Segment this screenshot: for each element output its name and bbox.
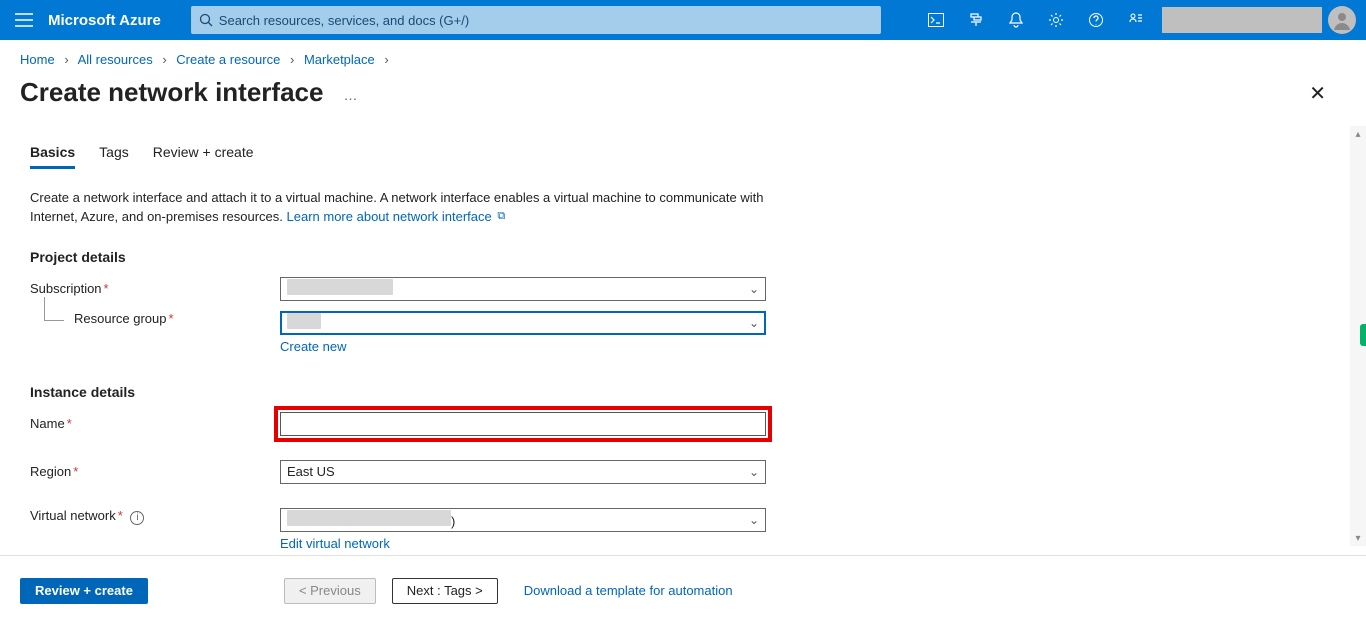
breadcrumb-create-resource[interactable]: Create a resource	[176, 52, 280, 67]
chevron-down-icon: ⌄	[749, 465, 759, 479]
subscription-label: Subscription*	[30, 281, 280, 296]
tab-bar: Basics Tags Review + create	[30, 144, 1336, 169]
azure-topbar: Microsoft Azure	[0, 0, 1366, 40]
tab-tags[interactable]: Tags	[99, 144, 129, 169]
field-region: Region* East US ⌄	[30, 460, 1336, 484]
cloud-shell-icon[interactable]	[916, 0, 956, 40]
top-icon-bar	[916, 0, 1156, 40]
chevron-right-icon: ›	[58, 52, 74, 67]
field-virtual-network: Virtual network* i ) ⌄ Edit virtual netw…	[30, 508, 1336, 553]
chevron-down-icon: ⌄	[749, 513, 759, 527]
field-subscription: Subscription* ⌄	[30, 277, 1336, 301]
section-project-details: Project details	[30, 249, 1336, 265]
chevron-right-icon: ›	[156, 52, 172, 67]
edit-vnet-link[interactable]: Edit virtual network	[280, 536, 390, 551]
tab-basics[interactable]: Basics	[30, 144, 75, 169]
settings-icon[interactable]	[1036, 0, 1076, 40]
tab-review-create[interactable]: Review + create	[153, 144, 254, 169]
intro-text: Create a network interface and attach it…	[30, 189, 775, 227]
footer-bar: Review + create < Previous Next : Tags >…	[0, 555, 1366, 625]
region-dropdown[interactable]: East US ⌄	[280, 460, 766, 484]
region-label: Region*	[30, 464, 280, 479]
tree-line-icon	[44, 297, 64, 321]
page-title: Create network interface	[20, 77, 323, 108]
section-instance-details: Instance details	[30, 384, 1336, 400]
vnet-label: Virtual network* i	[30, 508, 280, 525]
next-button[interactable]: Next : Tags >	[392, 578, 498, 604]
chevron-right-icon: ›	[378, 52, 394, 67]
vnet-dropdown[interactable]: ) ⌄	[280, 508, 766, 532]
brand[interactable]: Microsoft Azure	[48, 12, 191, 29]
scroll-up-icon[interactable]: ▴	[1350, 126, 1366, 142]
field-name: Name*	[30, 412, 1336, 436]
learn-more-link[interactable]: Learn more about network interface ⧉	[287, 209, 506, 224]
directories-icon[interactable]	[956, 0, 996, 40]
resource-group-dropdown[interactable]: ⌄	[280, 311, 766, 335]
previous-button[interactable]: < Previous	[284, 578, 376, 604]
title-row: Create network interface … ✕	[0, 71, 1366, 112]
subscription-dropdown[interactable]: ⌄	[280, 277, 766, 301]
help-icon[interactable]	[1076, 0, 1116, 40]
review-create-button[interactable]: Review + create	[20, 578, 148, 604]
search-input[interactable]	[213, 13, 873, 28]
breadcrumb-marketplace[interactable]: Marketplace	[304, 52, 375, 67]
field-resource-group: Resource group* ⌄ Create new	[30, 311, 1336, 356]
external-link-icon: ⧉	[497, 210, 505, 222]
redacted-value	[287, 313, 321, 329]
redacted-value	[287, 279, 393, 295]
scroll-down-icon[interactable]: ▾	[1350, 530, 1366, 546]
info-icon[interactable]: i	[130, 511, 144, 525]
breadcrumb-all-resources[interactable]: All resources	[78, 52, 153, 67]
feedback-tab[interactable]	[1360, 324, 1366, 346]
feedback-icon[interactable]	[1116, 0, 1156, 40]
main-panel: Basics Tags Review + create Create a net…	[0, 120, 1366, 555]
notifications-icon[interactable]	[996, 0, 1036, 40]
search-icon	[199, 13, 213, 27]
breadcrumb-home[interactable]: Home	[20, 52, 55, 67]
avatar[interactable]	[1328, 6, 1356, 34]
redacted-value	[287, 510, 451, 526]
chevron-down-icon: ⌄	[749, 282, 759, 296]
user-icon	[1330, 8, 1354, 32]
name-input[interactable]	[280, 412, 766, 436]
download-template-link[interactable]: Download a template for automation	[524, 583, 733, 598]
more-actions[interactable]: …	[323, 77, 359, 103]
resource-group-label: Resource group*	[30, 311, 280, 326]
hamburger-icon	[15, 13, 33, 27]
close-blade[interactable]: ✕	[1309, 77, 1346, 106]
create-new-rg-link[interactable]: Create new	[280, 339, 346, 354]
chevron-down-icon: ⌄	[749, 316, 759, 330]
breadcrumb: Home › All resources › Create a resource…	[0, 40, 1366, 71]
global-search[interactable]	[191, 6, 881, 34]
account-placeholder[interactable]	[1162, 7, 1322, 33]
menu-toggle[interactable]	[0, 13, 48, 27]
name-label: Name*	[30, 416, 280, 431]
chevron-right-icon: ›	[284, 52, 300, 67]
